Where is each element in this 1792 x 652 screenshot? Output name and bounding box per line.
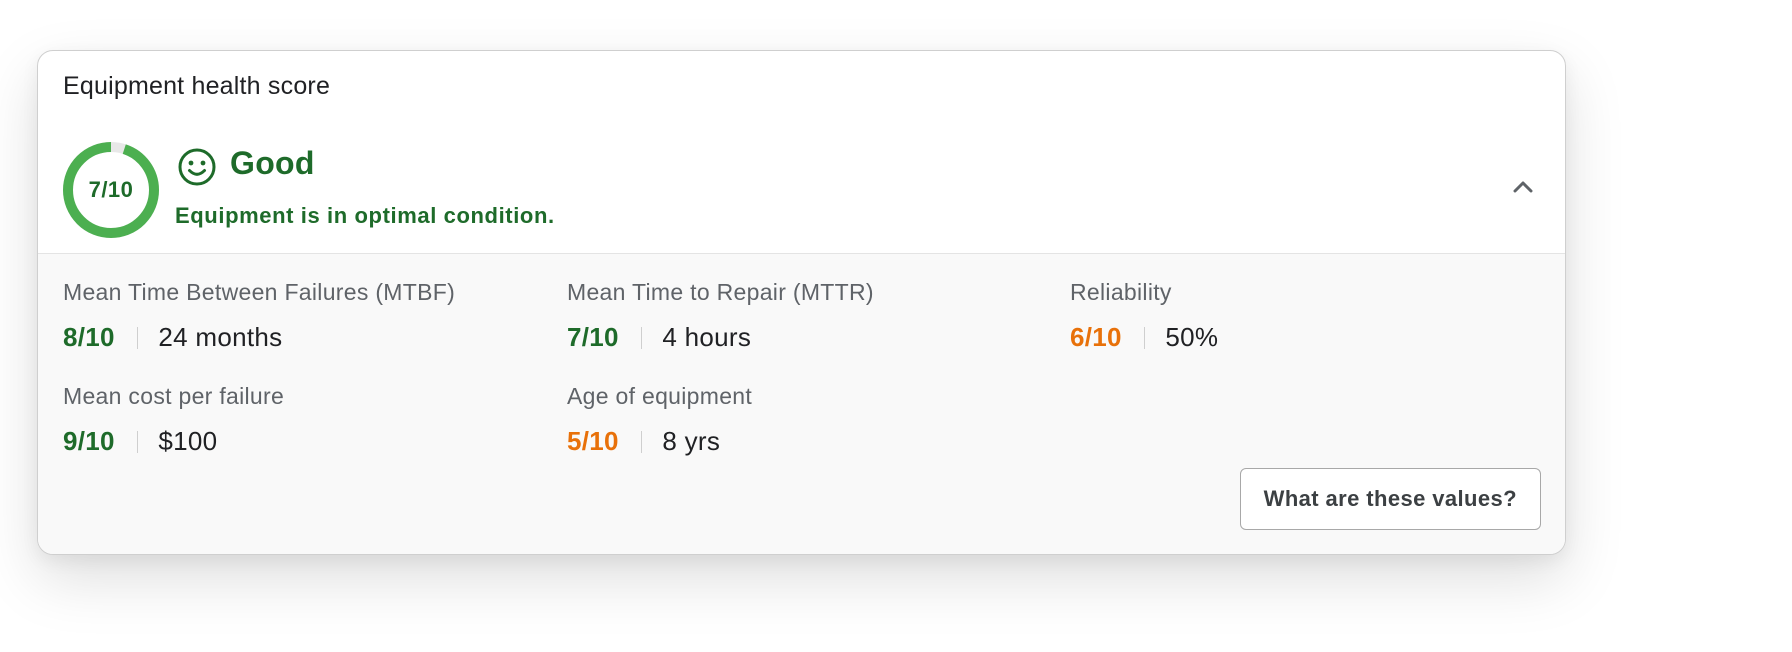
metric-values: 6/10 50% bbox=[1070, 322, 1550, 353]
metric-equipment-age: Age of equipment 5/10 8 yrs bbox=[567, 383, 1047, 457]
metric-divider bbox=[640, 326, 643, 349]
metric-value: 24 months bbox=[158, 322, 283, 352]
metric-label: Mean Time Between Failures (MTBF) bbox=[63, 279, 456, 305]
metric-divider bbox=[136, 430, 139, 453]
smiley-face-icon bbox=[178, 148, 216, 186]
metric-value: $100 bbox=[158, 426, 218, 456]
metric-divider bbox=[640, 430, 643, 453]
metric-score: 8/10 bbox=[63, 322, 115, 352]
score-ring-text: 7/10 bbox=[88, 177, 134, 202]
metric-cost-per-failure: Mean cost per failure 9/10 $100 bbox=[63, 383, 543, 457]
metric-values: 7/10 4 hours bbox=[567, 322, 1047, 353]
metric-label: Mean cost per failure bbox=[63, 383, 285, 409]
metric-mtbf: Mean Time Between Failures (MTBF) 8/10 2… bbox=[63, 279, 543, 353]
metric-score: 9/10 bbox=[63, 426, 115, 456]
details-panel: Mean Time Between Failures (MTBF) 8/10 2… bbox=[38, 253, 1565, 554]
status-message: Equipment is in optimal condition. bbox=[175, 203, 555, 228]
metric-values: 5/10 8 yrs bbox=[567, 426, 1047, 457]
metric-score: 5/10 bbox=[567, 426, 619, 456]
metric-value: 8 yrs bbox=[662, 426, 721, 456]
metric-divider bbox=[1143, 326, 1146, 349]
card-title: Equipment health score bbox=[63, 72, 331, 100]
metric-label: Age of equipment bbox=[567, 383, 753, 409]
metric-label: Mean Time to Repair (MTTR) bbox=[567, 279, 874, 305]
metric-value: 50% bbox=[1165, 322, 1219, 352]
metric-label: Reliability bbox=[1070, 279, 1172, 305]
metric-score: 7/10 bbox=[567, 322, 619, 352]
metric-value: 4 hours bbox=[662, 322, 752, 352]
metric-score: 6/10 bbox=[1070, 322, 1122, 352]
metric-reliability: Reliability 6/10 50% bbox=[1070, 279, 1550, 353]
health-summary: 7/10 Good Equipment is in optimal condit… bbox=[38, 139, 1565, 251]
equipment-health-card: Equipment health score 7/10 Good Equipme… bbox=[37, 50, 1566, 555]
metric-mttr: Mean Time to Repair (MTTR) 7/10 4 hours bbox=[567, 279, 1047, 353]
score-ring: 7/10 bbox=[62, 141, 160, 239]
chevron-up-icon bbox=[1513, 181, 1533, 193]
what-are-these-values-button[interactable]: What are these values? bbox=[1239, 468, 1541, 530]
collapse-button[interactable] bbox=[1505, 169, 1541, 205]
metric-values: 8/10 24 months bbox=[63, 322, 543, 353]
metric-values: 9/10 $100 bbox=[63, 426, 543, 457]
metric-divider bbox=[136, 326, 139, 349]
status-label: Good bbox=[230, 145, 315, 181]
